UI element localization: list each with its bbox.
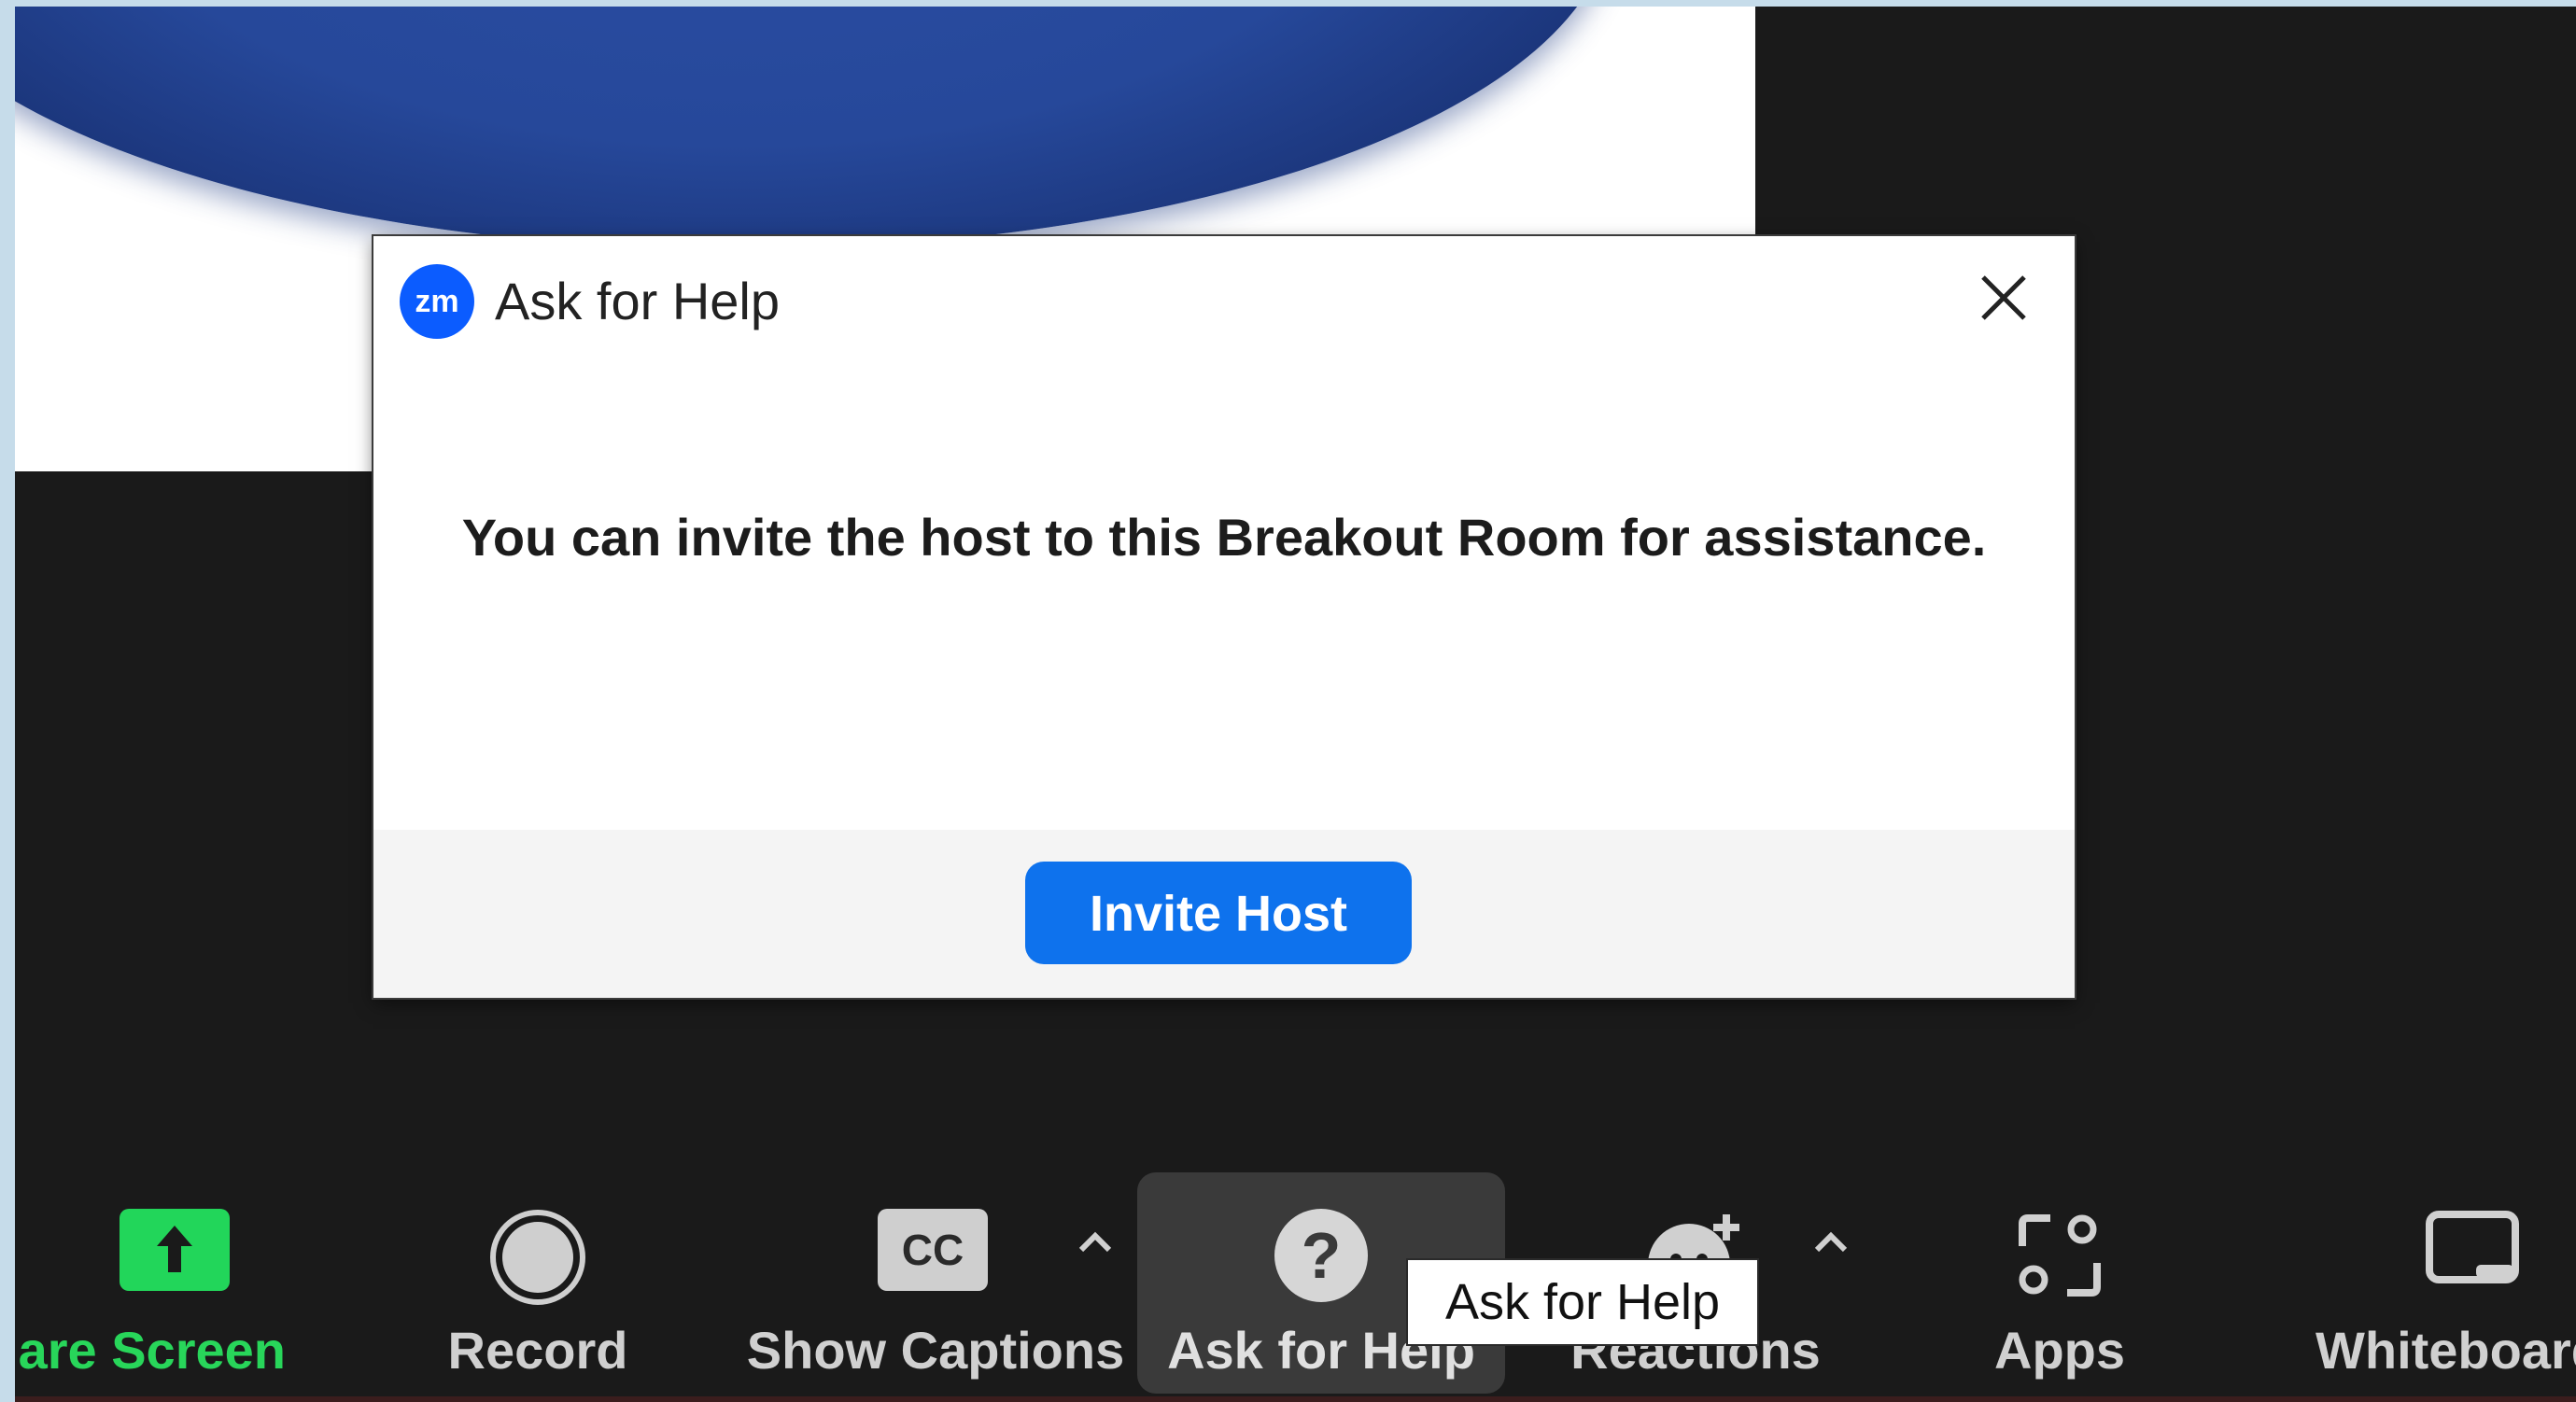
- whiteboard-button[interactable]: Whiteboard: [2293, 1173, 2576, 1402]
- apps-button[interactable]: Apps: [1938, 1173, 2181, 1402]
- help-question-icon: ?: [1274, 1209, 1368, 1302]
- dialog-title: Ask for Help: [495, 272, 780, 330]
- share-screen-label: are Screen: [18, 1321, 286, 1380]
- show-captions-button[interactable]: CC Show Captions: [739, 1173, 1132, 1402]
- window-bottom-border: [15, 1396, 2576, 1402]
- apps-icon: [2013, 1209, 2106, 1307]
- chevron-up-icon: [1078, 1231, 1112, 1253]
- meeting-window: are Screen Record CC Show Captions ? Ask…: [15, 7, 2576, 1402]
- share-screen-button[interactable]: are Screen: [15, 1173, 286, 1402]
- apps-label: Apps: [1994, 1321, 2125, 1380]
- dialog-footer: Invite Host: [373, 830, 2075, 998]
- record-button[interactable]: Record: [416, 1173, 659, 1402]
- reactions-options-caret[interactable]: [1808, 1220, 1854, 1267]
- close-button[interactable]: [1966, 260, 2041, 335]
- meeting-toolbar: are Screen Record CC Show Captions ? Ask…: [15, 1145, 2576, 1402]
- dialog-titlebar: zm Ask for Help: [373, 236, 2075, 348]
- dialog-message: You can invite the host to this Breakout…: [461, 508, 1987, 567]
- invite-host-button[interactable]: Invite Host: [1025, 862, 1412, 964]
- close-icon: [1981, 275, 2026, 320]
- record-icon: [489, 1209, 586, 1311]
- show-captions-label: Show Captions: [746, 1321, 1125, 1380]
- captions-options-caret[interactable]: [1072, 1220, 1119, 1267]
- whiteboard-icon: [2424, 1209, 2521, 1303]
- whiteboard-label: Whiteboard: [2316, 1321, 2576, 1380]
- record-label: Record: [447, 1321, 628, 1380]
- ask-for-help-tooltip: Ask for Help: [1406, 1258, 1759, 1346]
- zoom-logo-icon: zm: [400, 264, 474, 339]
- video-content-shape: [15, 7, 1612, 249]
- chevron-up-icon: [1814, 1231, 1848, 1253]
- cc-icon: CC: [878, 1209, 988, 1291]
- ask-for-help-dialog: zm Ask for Help You can invite the host …: [373, 236, 2075, 998]
- share-screen-icon: [120, 1209, 230, 1296]
